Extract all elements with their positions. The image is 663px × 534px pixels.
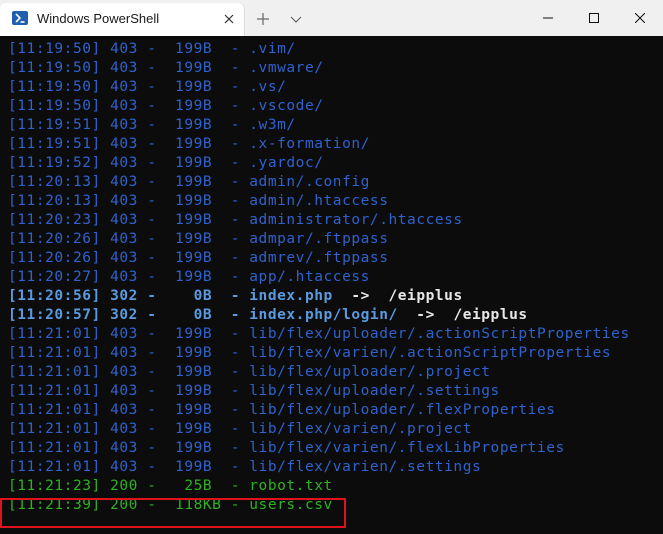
terminal-line-text: [11:21:23] 200 - 25B - robot.txt: [8, 478, 333, 494]
minimize-icon: [543, 17, 553, 19]
terminal-line-text: [11:21:01] 403 - 199B - lib/flex/varien/…: [8, 421, 472, 437]
terminal-line-text: [11:19:50] 403 - 199B - .vs/: [8, 79, 287, 95]
chevron-down-icon[interactable]: [288, 11, 304, 27]
terminal-line: [11:20:26] 403 - 199B - admpar/.ftppass: [8, 230, 663, 249]
terminal-line-text: [11:21:01] 403 - 199B - lib/flex/varien/…: [8, 440, 565, 456]
terminal-line-text: [11:21:01] 403 - 199B - lib/flex/uploade…: [8, 364, 491, 380]
terminal-line-text: [11:21:01] 403 - 199B - lib/flex/varien/…: [8, 345, 612, 361]
terminal-line-text: [11:20:26] 403 - 199B - admpar/.ftppass: [8, 231, 389, 247]
tab-title: Windows PowerShell: [37, 11, 160, 26]
terminal-output[interactable]: [11:19:50] 403 - 199B - .vim/ [11:19:50] …: [8, 40, 663, 534]
terminal-line: [11:20:23] 403 - 199B - administrator/.h…: [8, 211, 663, 230]
terminal-line: [11:21:01] 403 - 199B - lib/flex/uploade…: [8, 363, 663, 382]
terminal-line: [11:21:01] 403 - 199B - lib/flex/varien/…: [8, 439, 663, 458]
terminal-line-text: [11:19:50] 403 - 199B - .vim/: [8, 41, 296, 57]
terminal-line: [11:20:13] 403 - 199B - admin/.config: [8, 173, 663, 192]
minimize-button[interactable]: [525, 0, 571, 36]
tab-powershell[interactable]: Windows PowerShell: [0, 3, 244, 36]
terminal-line: [11:20:27] 403 - 199B - app/.htaccess: [8, 268, 663, 287]
terminal-line-text: [11:20:13] 403 - 199B - admin/.htaccess: [8, 193, 389, 209]
terminal-line: [11:19:50] 403 - 199B - .vim/: [8, 40, 663, 59]
terminal-line: [11:21:01] 403 - 199B - lib/flex/varien/…: [8, 344, 663, 363]
terminal-line-text: [11:20:56] 302 - 0B - index.php: [8, 288, 333, 304]
terminal-line-text: [11:21:01] 403 - 199B - lib/flex/uploade…: [8, 402, 556, 418]
maximize-icon: [589, 13, 599, 23]
terminal-line: [11:19:50] 403 - 199B - .vmware/: [8, 59, 663, 78]
terminal-line-text: [11:19:52] 403 - 199B - .yardoc/: [8, 155, 324, 171]
terminal-line-text: [11:20:26] 403 - 199B - admrev/.ftppass: [8, 250, 389, 266]
title-bar: Windows PowerShell: [0, 0, 663, 36]
powershell-icon: [12, 11, 28, 25]
terminal-line-text: [11:20:27] 403 - 199B - app/.htaccess: [8, 269, 370, 285]
close-icon: [635, 13, 645, 23]
terminal-line-text: [11:21:01] 403 - 199B - lib/flex/uploade…: [8, 383, 500, 399]
terminal-line: [11:20:57] 302 - 0B - index.php/login/ -…: [8, 306, 663, 325]
terminal-line-text: [11:19:51] 403 - 199B - .w3m/: [8, 117, 296, 133]
terminal-line-text: [11:21:01] 403 - 199B - lib/flex/varien/…: [8, 459, 482, 475]
terminal-line-text: [11:19:50] 403 - 199B - .vmware/: [8, 60, 324, 76]
terminal-line-text: [11:20:23] 403 - 199B - administrator/.h…: [8, 212, 463, 228]
terminal-line: [11:21:23] 200 - 25B - robot.txt: [8, 477, 663, 496]
terminal-line: [11:19:51] 403 - 199B - .x-formation/: [8, 135, 663, 154]
close-window-button[interactable]: [617, 0, 663, 36]
terminal-line: [11:21:01] 403 - 199B - lib/flex/uploade…: [8, 401, 663, 420]
terminal-line: [11:21:01] 403 - 199B - lib/flex/varien/…: [8, 458, 663, 477]
maximize-button[interactable]: [571, 0, 617, 36]
terminal-line: [11:20:13] 403 - 199B - admin/.htaccess: [8, 192, 663, 211]
redirect-target: /eipplus: [388, 288, 463, 304]
terminal-line-text: [11:21:01] 403 - 199B - lib/flex/uploade…: [8, 326, 630, 342]
terminal-line: [11:21:01] 403 - 199B - lib/flex/uploade…: [8, 325, 663, 344]
terminal-line-text: [11:19:50] 403 - 199B - .vscode/: [8, 98, 324, 114]
terminal-line: [11:20:26] 403 - 199B - admrev/.ftppass: [8, 249, 663, 268]
terminal-line: [11:19:50] 403 - 199B - .vs/: [8, 78, 663, 97]
plus-icon[interactable]: [254, 10, 272, 28]
terminal-line-text: [11:20:57] 302 - 0B - index.php/login/: [8, 307, 398, 323]
redirect-arrow: ->: [397, 307, 454, 323]
terminal-line: [11:19:51] 403 - 199B - .w3m/: [8, 116, 663, 135]
terminal-line: [11:21:01] 403 - 199B - lib/flex/uploade…: [8, 382, 663, 401]
terminal-line-text: [11:19:51] 403 - 199B - .x-formation/: [8, 136, 370, 152]
terminal-line: [11:19:52] 403 - 199B - .yardoc/: [8, 154, 663, 173]
redirect-arrow: ->: [332, 288, 389, 304]
redirect-target: /eipplus: [453, 307, 528, 323]
close-icon[interactable]: [222, 12, 236, 26]
powershell-window: Windows PowerShell [11:19:50] 403 - 199B…: [0, 0, 663, 534]
highlight-box: [0, 498, 346, 528]
terminal-line: [11:20:56] 302 - 0B - index.php -> /eipp…: [8, 287, 663, 306]
terminal-line: [11:19:50] 403 - 199B - .vscode/: [8, 97, 663, 116]
terminal-line-text: [11:20:13] 403 - 199B - admin/.config: [8, 174, 370, 190]
terminal-line: [11:21:01] 403 - 199B - lib/flex/varien/…: [8, 420, 663, 439]
